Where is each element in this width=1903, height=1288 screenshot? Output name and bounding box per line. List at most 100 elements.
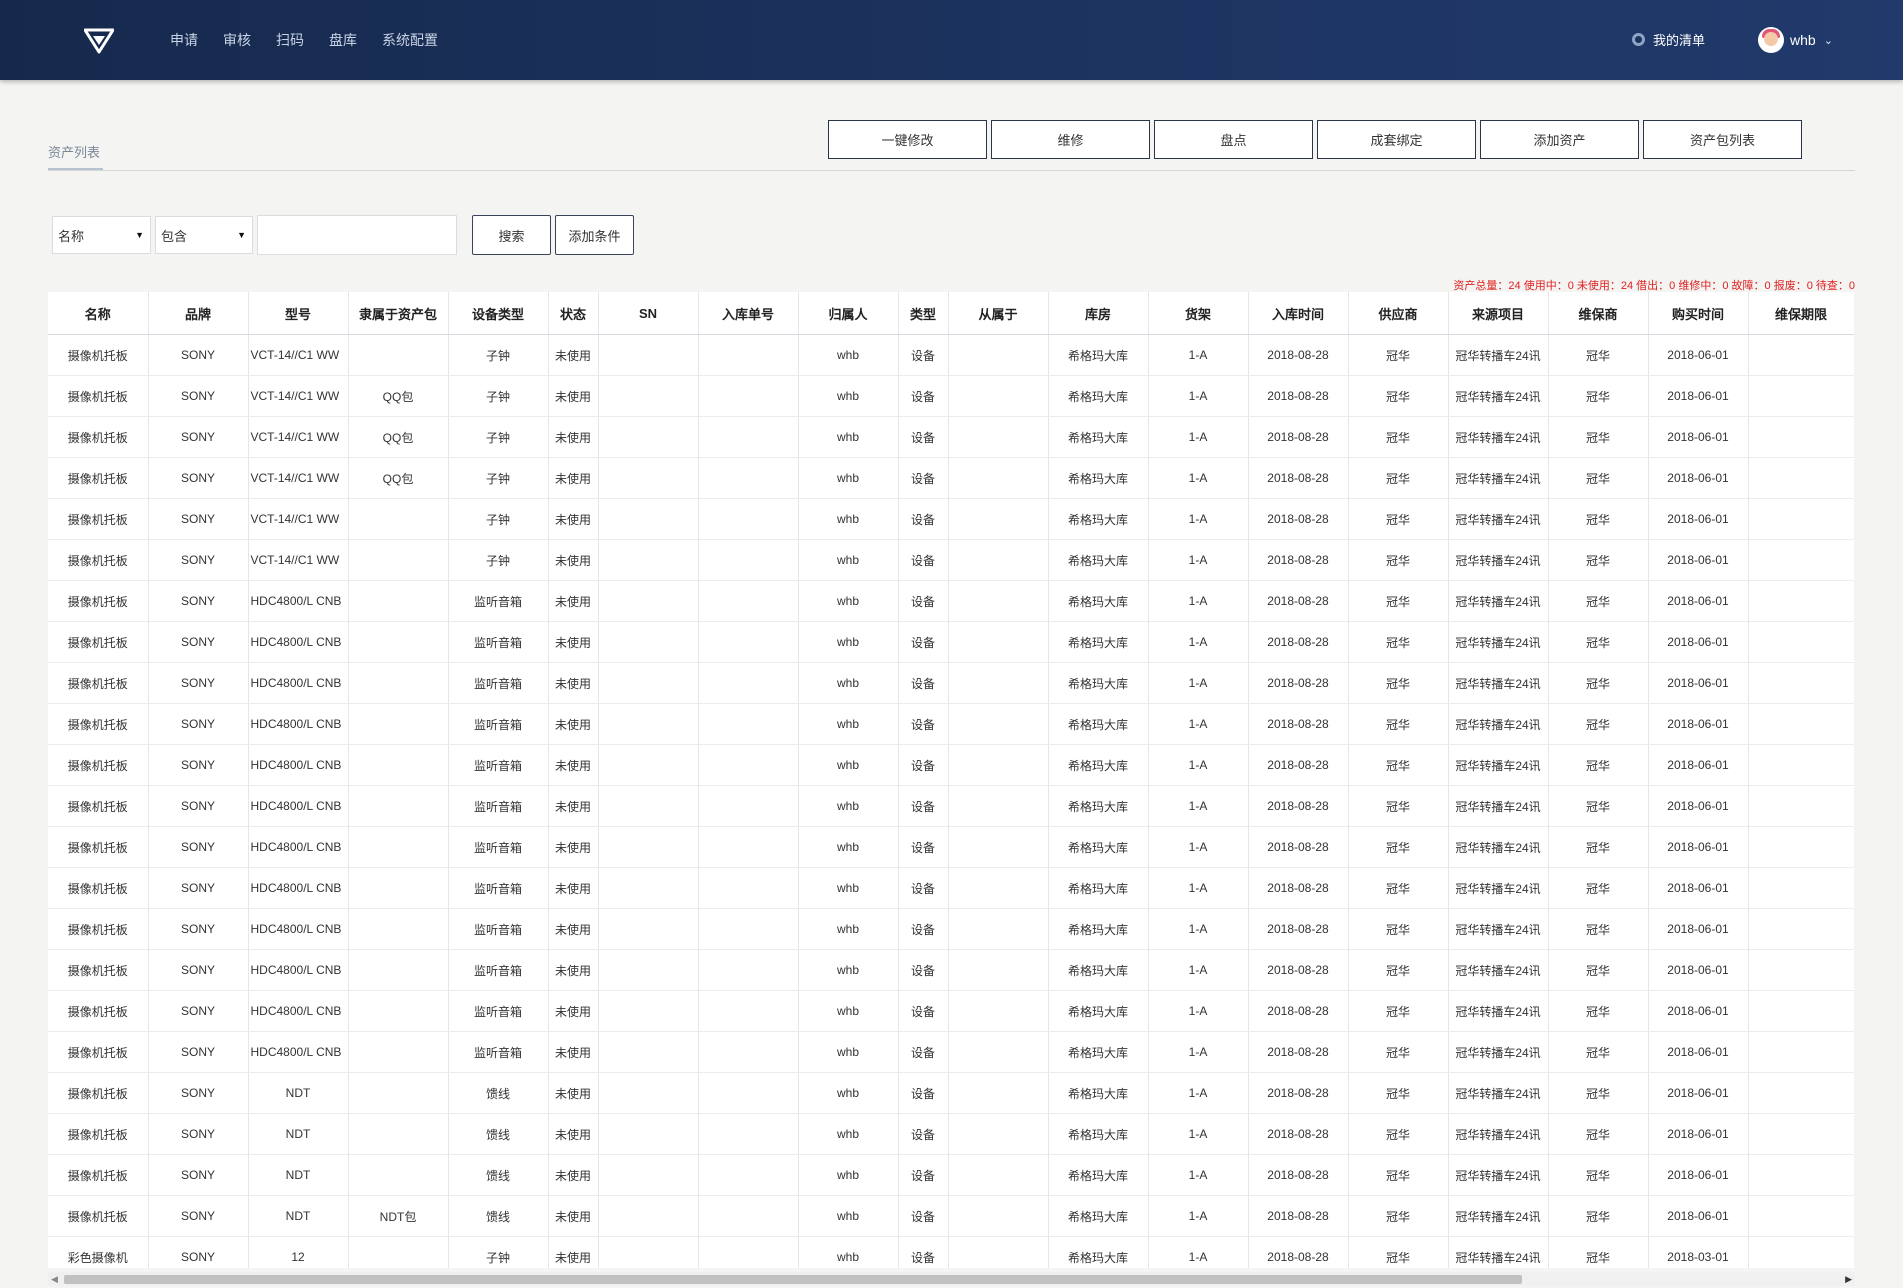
column-header[interactable]: 供应商: [1348, 292, 1449, 335]
column-header[interactable]: 维保期限: [1748, 292, 1854, 335]
filter-operator-select[interactable]: 包含 ▼: [155, 216, 253, 254]
my-list-link[interactable]: 我的清单: [1632, 30, 1705, 49]
table-cell: [348, 1154, 449, 1196]
table-cell: HDC4800/L CNB: [248, 785, 349, 827]
table-cell: 1-A: [1148, 949, 1249, 991]
column-header[interactable]: 归属人: [798, 292, 899, 335]
table-cell: 2018-08-28: [1248, 1031, 1349, 1073]
scroll-right-icon[interactable]: ▶: [1845, 1274, 1852, 1285]
table-row[interactable]: 摄像机托板 SONY HDC4800/L CNB 监听音箱 未使用 whb 设备 希格玛大库 1…: [48, 949, 1854, 991]
column-header[interactable]: 品牌: [148, 292, 249, 335]
table-cell: 馈线: [448, 1113, 549, 1155]
table-row[interactable]: 摄像机托板 SONY HDC4800/L CNB 监听音箱 未使用 whb 设备 希格玛大库 1…: [48, 621, 1854, 663]
scroll-left-icon[interactable]: ◀: [51, 1274, 58, 1285]
table-cell: 监听音箱: [448, 949, 549, 991]
table-cell: [1748, 744, 1854, 786]
add-asset-button[interactable]: 添加资产: [1480, 120, 1639, 159]
table-row[interactable]: 摄像机托板 SONY NDT 馈线 未使用 whb 设备 希格玛大库 1-A 2018-08-28…: [48, 1113, 1854, 1155]
table-row[interactable]: 摄像机托板 SONY HDC4800/L CNB 监听音箱 未使用 whb 设备 希格玛大库 1…: [48, 580, 1854, 622]
column-header[interactable]: 状态: [548, 292, 599, 335]
nav-item-scan[interactable]: 扫码: [276, 30, 304, 50]
table-cell: 摄像机托板: [48, 744, 149, 786]
column-header[interactable]: 购买时间: [1648, 292, 1749, 335]
column-header[interactable]: 入库时间: [1248, 292, 1349, 335]
table-row[interactable]: 摄像机托板 SONY HDC4800/L CNB 监听音箱 未使用 whb 设备 希格玛大库 1…: [48, 703, 1854, 745]
table-cell: 希格玛大库: [1048, 334, 1149, 376]
table-header-row: 名称 品牌 型号 隶属于资产包 设备类型 状态 SN 入库单号 归属人 类型 从属于 库房 货架 入库时间…: [48, 292, 1854, 335]
table-row[interactable]: 摄像机托板 SONY HDC4800/L CNB 监听音箱 未使用 whb 设备 希格玛大库 1…: [48, 826, 1854, 868]
table-cell: 未使用: [548, 539, 599, 581]
horizontal-scrollbar[interactable]: ◀ ▶: [48, 1272, 1855, 1286]
table-row[interactable]: 彩色摄像机 SONY 12 子钟 未使用 whb 设备 希格玛大库 1-A 2018-08-28 冠…: [48, 1236, 1854, 1268]
table-row[interactable]: 摄像机托板 SONY VCT-14//C1 WW 子钟 未使用 whb 设备 希格玛大库 1-A…: [48, 539, 1854, 581]
table-cell: SONY: [148, 1031, 249, 1073]
search-button[interactable]: 搜索: [472, 215, 551, 255]
column-header[interactable]: 从属于: [948, 292, 1049, 335]
table-cell: 未使用: [548, 826, 599, 868]
table-cell: HDC4800/L CNB: [248, 662, 349, 704]
asset-table-container[interactable]: 名称 品牌 型号 隶属于资产包 设备类型 状态 SN 入库单号 归属人 类型 从属于 库房 货架 入库时间…: [48, 292, 1854, 1268]
table-cell: whb: [798, 1113, 899, 1155]
column-header[interactable]: 隶属于资产包: [348, 292, 449, 335]
table-cell: 2018-06-01: [1648, 662, 1749, 704]
nav-item-apply[interactable]: 申请: [170, 30, 198, 50]
table-cell: 2018-06-01: [1648, 1031, 1749, 1073]
column-header[interactable]: 类型: [898, 292, 949, 335]
table-cell: 1-A: [1148, 1031, 1249, 1073]
table-row[interactable]: 摄像机托板 SONY HDC4800/L CNB 监听音箱 未使用 whb 设备 希格玛大库 1…: [48, 908, 1854, 950]
header-divider: [48, 170, 1855, 171]
filter-operator-value: 包含: [161, 228, 188, 244]
batch-edit-button[interactable]: 一键修改: [828, 120, 987, 159]
table-cell: 设备: [898, 1195, 949, 1237]
column-header[interactable]: 名称: [48, 292, 149, 335]
table-row[interactable]: 摄像机托板 SONY HDC4800/L CNB 监听音箱 未使用 whb 设备 希格玛大库 1…: [48, 785, 1854, 827]
app-logo-icon[interactable]: [84, 28, 114, 54]
table-cell: [598, 908, 699, 950]
table-row[interactable]: 摄像机托板 SONY HDC4800/L CNB 监听音箱 未使用 whb 设备 希格玛大库 1…: [48, 1031, 1854, 1073]
column-header[interactable]: 来源项目: [1448, 292, 1549, 335]
repair-button[interactable]: 维修: [991, 120, 1150, 159]
table-cell: 摄像机托板: [48, 539, 149, 581]
table-cell: whb: [798, 334, 899, 376]
column-header[interactable]: 货架: [1148, 292, 1249, 335]
column-header[interactable]: 维保商: [1548, 292, 1649, 335]
table-cell: 冠华: [1548, 375, 1649, 417]
scrollbar-thumb[interactable]: [64, 1275, 1522, 1284]
asset-stats-summary: 资产总量：24 使用中：0 未使用：24 借出：0 维修中：0 故障：0 报废：…: [1453, 280, 1855, 292]
table-cell: 摄像机托板: [48, 908, 149, 950]
column-header[interactable]: SN: [598, 292, 699, 335]
stocktake-button[interactable]: 盘点: [1154, 120, 1313, 159]
table-row[interactable]: 摄像机托板 SONY HDC4800/L CNB 监听音箱 未使用 whb 设备 希格玛大库 1…: [48, 867, 1854, 909]
user-menu[interactable]: whb ⌄: [1758, 27, 1833, 53]
table-row[interactable]: 摄像机托板 SONY VCT-14//C1 WW QQ包 子钟 未使用 whb 设备 希格玛大库…: [48, 457, 1854, 499]
table-row[interactable]: 摄像机托板 SONY HDC4800/L CNB 监听音箱 未使用 whb 设备 希格玛大库 1…: [48, 662, 1854, 704]
filter-value-input[interactable]: [257, 215, 457, 255]
nav-item-review[interactable]: 审核: [223, 30, 251, 50]
column-header[interactable]: 入库单号: [698, 292, 799, 335]
nav-item-system-config[interactable]: 系统配置: [382, 30, 438, 50]
table-row[interactable]: 摄像机托板 SONY NDT NDT包 馈线 未使用 whb 设备 希格玛大库 1-A 2018-0…: [48, 1195, 1854, 1237]
table-row[interactable]: 摄像机托板 SONY VCT-14//C1 WW QQ包 子钟 未使用 whb 设备 希格玛大库…: [48, 375, 1854, 417]
table-cell: 1-A: [1148, 621, 1249, 663]
table-row[interactable]: 摄像机托板 SONY NDT 馈线 未使用 whb 设备 希格玛大库 1-A 2018-08-28…: [48, 1154, 1854, 1196]
column-header[interactable]: 型号: [248, 292, 349, 335]
table-cell: 1-A: [1148, 990, 1249, 1032]
column-header[interactable]: 库房: [1048, 292, 1149, 335]
table-row[interactable]: 摄像机托板 SONY VCT-14//C1 WW 子钟 未使用 whb 设备 希格玛大库 1-A…: [48, 334, 1854, 376]
table-cell: 冠华: [1348, 621, 1449, 663]
bundle-bind-button[interactable]: 成套绑定: [1317, 120, 1476, 159]
asset-package-list-button[interactable]: 资产包列表: [1643, 120, 1802, 159]
table-cell: 子钟: [448, 539, 549, 581]
table-row[interactable]: 摄像机托板 SONY VCT-14//C1 WW QQ包 子钟 未使用 whb 设备 希格玛大库…: [48, 416, 1854, 458]
filter-field-select[interactable]: 名称 ▼: [52, 216, 151, 254]
table-cell: 冠华: [1348, 949, 1449, 991]
table-row[interactable]: 摄像机托板 SONY VCT-14//C1 WW 子钟 未使用 whb 设备 希格玛大库 1-A…: [48, 498, 1854, 540]
nav-item-inventory[interactable]: 盘库: [329, 30, 357, 50]
column-header[interactable]: 设备类型: [448, 292, 549, 335]
table-row[interactable]: 摄像机托板 SONY HDC4800/L CNB 监听音箱 未使用 whb 设备 希格玛大库 1…: [48, 744, 1854, 786]
table-row[interactable]: 摄像机托板 SONY HDC4800/L CNB 监听音箱 未使用 whb 设备 希格玛大库 1…: [48, 990, 1854, 1032]
table-cell: 冠华: [1548, 621, 1649, 663]
table-cell: 1-A: [1148, 1236, 1249, 1268]
table-row[interactable]: 摄像机托板 SONY NDT 馈线 未使用 whb 设备 希格玛大库 1-A 2018-08-28…: [48, 1072, 1854, 1114]
add-condition-button[interactable]: 添加条件: [555, 215, 634, 255]
